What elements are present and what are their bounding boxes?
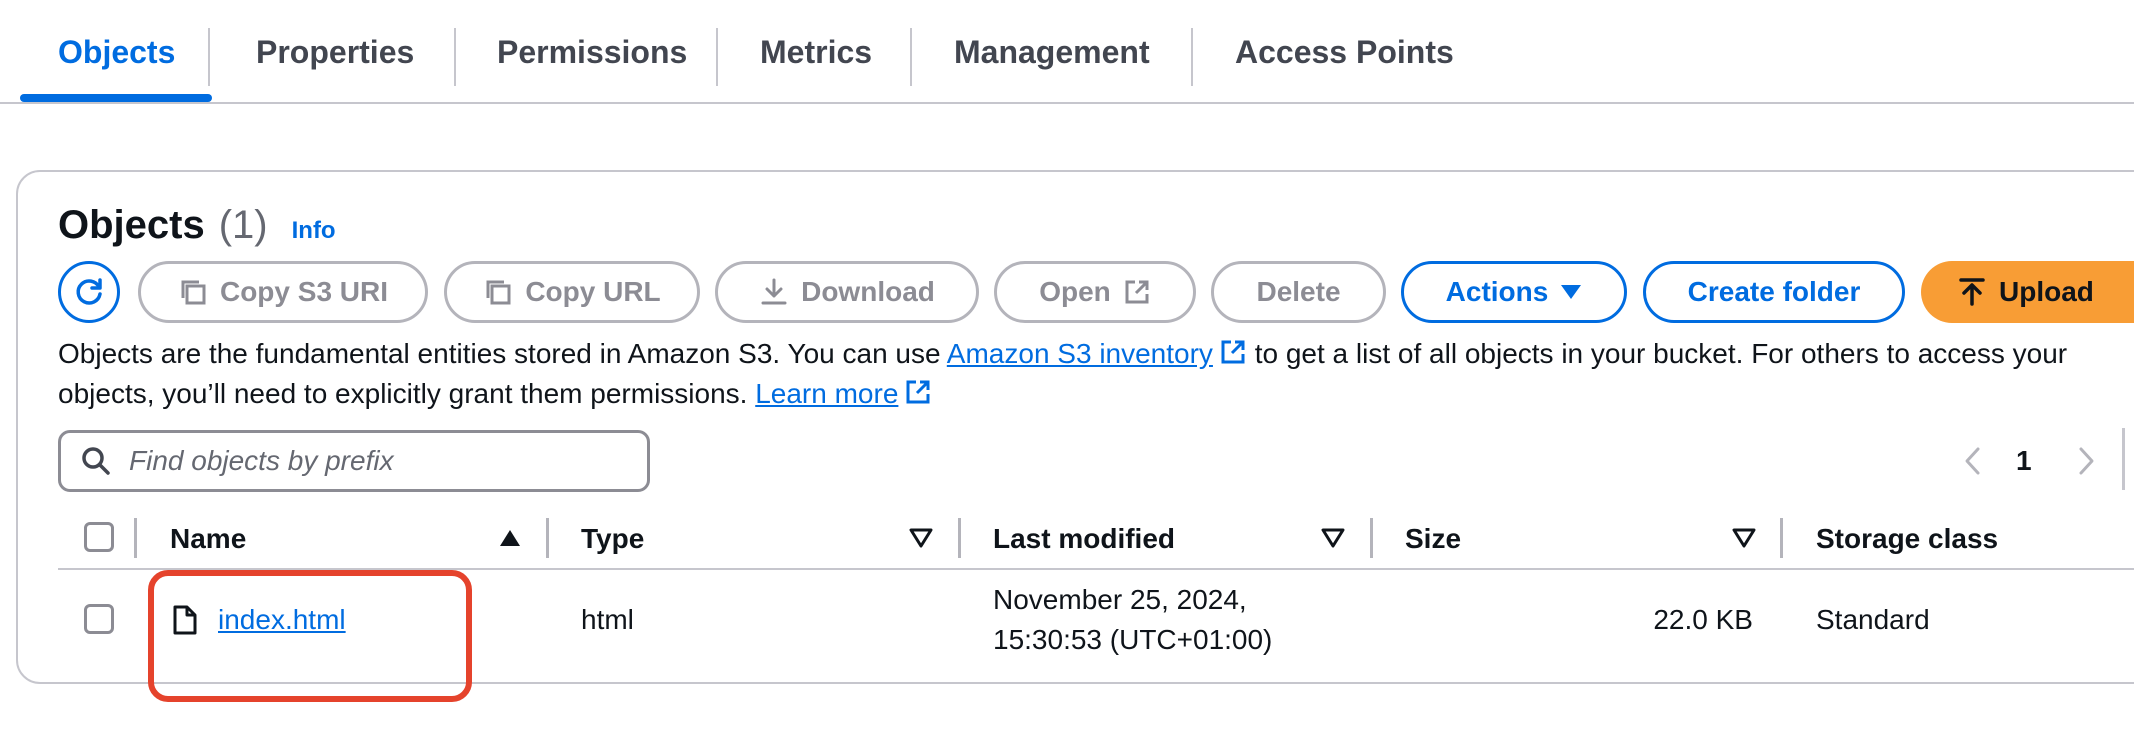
sort-ascending-icon[interactable] [498,528,522,548]
external-link-icon [1125,280,1149,304]
last-modified-line1: November 25, 2024, [993,584,1247,615]
pagination-divider [2122,428,2125,490]
object-count: (1) [218,203,268,247]
column-divider [134,518,137,558]
caret-down-icon [1561,285,1582,299]
refresh-icon [76,278,102,305]
delete-button[interactable]: Delete [1211,261,1386,323]
create-folder-button[interactable]: Create folder [1643,261,1905,323]
external-link-icon [906,380,930,404]
column-divider [1370,518,1373,558]
copy-url-button[interactable]: Copy URL [444,261,700,323]
column-divider [958,518,961,558]
tab-access-points[interactable]: Access Points [1235,0,1454,104]
select-all-checkbox[interactable] [84,522,114,552]
object-name-cell: index.html [218,600,346,640]
copy-s3-uri-label: Copy S3 URI [219,276,389,307]
column-header-last-modified[interactable]: Last modified [993,519,1175,559]
object-name-link[interactable]: index.html [218,604,346,635]
refresh-button[interactable] [58,261,120,323]
tab-properties[interactable]: Properties [256,0,414,104]
sort-icon[interactable] [1732,528,1756,548]
learn-more-link[interactable]: Learn more [755,378,898,409]
create-folder-label: Create folder [1687,276,1861,307]
current-page-number[interactable]: 1 [2016,440,2032,482]
info-link[interactable]: Info [292,217,336,245]
column-divider [1780,518,1783,558]
chevron-left-icon[interactable] [1963,446,1983,476]
actions-dropdown-button[interactable]: Actions [1401,261,1627,323]
page-title: Objects [58,203,205,247]
tab-management[interactable]: Management [954,0,1150,104]
open-label: Open [1039,276,1111,307]
column-header-size[interactable]: Size [1405,519,1461,559]
search-input[interactable] [129,445,609,477]
delete-label: Delete [1256,276,1341,307]
tab-permissions[interactable]: Permissions [497,0,687,104]
description-text: Objects are the fundamental entities sto… [58,338,947,369]
open-button[interactable]: Open [994,261,1196,323]
file-icon [173,605,197,635]
s3-inventory-link[interactable]: Amazon S3 inventory [947,338,1213,369]
copy-icon [486,280,511,305]
column-header-type[interactable]: Type [581,519,644,559]
column-header-storage-class[interactable]: Storage class [1816,519,1998,559]
tab-metrics[interactable]: Metrics [760,0,872,104]
tab-divider [454,28,456,86]
active-tab-indicator [20,94,212,102]
download-button[interactable]: Download [715,261,979,323]
column-divider [546,518,549,558]
copy-s3-uri-button[interactable]: Copy S3 URI [138,261,428,323]
tab-divider [208,28,210,86]
column-header-name[interactable]: Name [170,519,246,559]
objects-heading: Objects (1) Info [58,203,336,248]
tab-divider [910,28,912,86]
upload-label: Upload [1999,276,2094,307]
table-header-divider [58,568,2134,570]
search-box[interactable] [58,430,650,492]
object-size-cell: 22.0 KB [1653,604,1753,635]
download-label: Download [801,276,935,307]
search-icon [82,447,110,475]
download-icon [761,278,787,305]
tab-objects[interactable]: Objects [58,0,175,104]
sort-icon[interactable] [909,528,933,548]
chevron-right-icon[interactable] [2076,446,2096,476]
last-modified-line2: 15:30:53 (UTC+01:00) [993,624,1273,655]
storage-class-cell: Standard [1816,604,1930,635]
upload-button[interactable]: Upload [1921,261,2134,323]
object-type-cell: html [581,604,634,635]
tab-bar: Objects Properties Permissions Metrics M… [0,0,2134,104]
objects-description: Objects are the fundamental entities sto… [58,334,2118,414]
tab-divider [716,28,718,86]
tab-divider [1191,28,1193,86]
copy-icon [181,280,206,305]
row-checkbox[interactable] [84,604,114,634]
copy-url-label: Copy URL [525,276,661,307]
external-link-icon [1221,340,1245,364]
actions-label: Actions [1445,276,1549,307]
sort-icon[interactable] [1321,528,1345,548]
upload-icon [1959,278,1985,306]
